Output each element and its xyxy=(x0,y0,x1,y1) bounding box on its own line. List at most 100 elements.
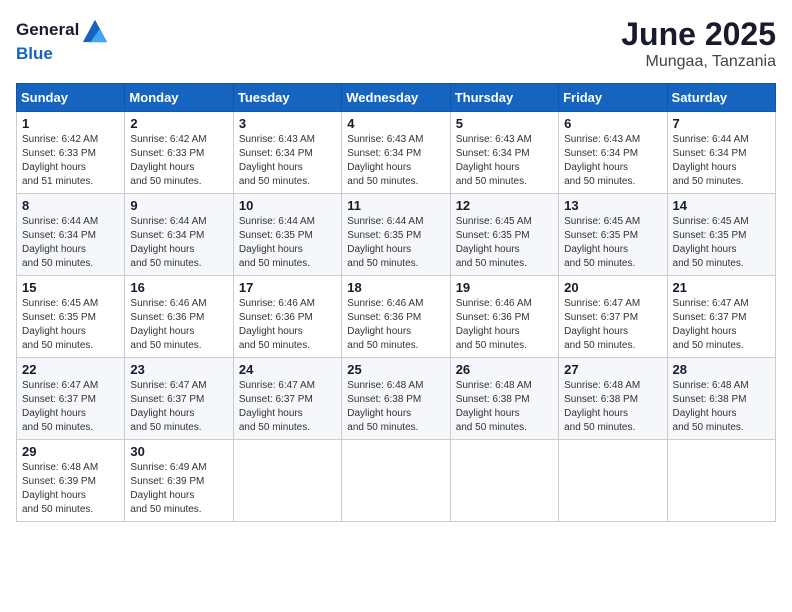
calendar-day-5: 5 Sunrise: 6:43 AMSunset: 6:34 PMDayligh… xyxy=(450,112,558,194)
cell-text: Sunrise: 6:45 AMSunset: 6:35 PMDaylight … xyxy=(564,216,640,269)
day-number: 6 xyxy=(564,116,661,131)
day-number: 19 xyxy=(456,280,553,295)
cell-text: Sunrise: 6:44 AMSunset: 6:34 PMDaylight … xyxy=(673,134,749,187)
day-number: 16 xyxy=(130,280,227,295)
cell-text: Sunrise: 6:46 AMSunset: 6:36 PMDaylight … xyxy=(130,298,206,351)
weekday-header-sunday: Sunday xyxy=(17,84,125,112)
cell-text: Sunrise: 6:43 AMSunset: 6:34 PMDaylight … xyxy=(239,134,315,187)
empty-cell xyxy=(342,440,450,522)
calendar-day-26: 26 Sunrise: 6:48 AMSunset: 6:38 PMDaylig… xyxy=(450,358,558,440)
calendar-day-13: 13 Sunrise: 6:45 AMSunset: 6:35 PMDaylig… xyxy=(559,194,667,276)
cell-text: Sunrise: 6:45 AMSunset: 6:35 PMDaylight … xyxy=(22,298,98,351)
calendar-day-20: 20 Sunrise: 6:47 AMSunset: 6:37 PMDaylig… xyxy=(559,276,667,358)
day-number: 9 xyxy=(130,198,227,213)
title-section: June 2025 Mungaa, Tanzania xyxy=(621,16,776,71)
calendar-day-8: 8 Sunrise: 6:44 AMSunset: 6:34 PMDayligh… xyxy=(17,194,125,276)
calendar-day-23: 23 Sunrise: 6:47 AMSunset: 6:37 PMDaylig… xyxy=(125,358,233,440)
day-number: 1 xyxy=(22,116,119,131)
calendar-day-16: 16 Sunrise: 6:46 AMSunset: 6:36 PMDaylig… xyxy=(125,276,233,358)
logo: General Blue xyxy=(16,16,109,64)
calendar-table: SundayMondayTuesdayWednesdayThursdayFrid… xyxy=(16,83,776,522)
cell-text: Sunrise: 6:46 AMSunset: 6:36 PMDaylight … xyxy=(239,298,315,351)
cell-text: Sunrise: 6:42 AMSunset: 6:33 PMDaylight … xyxy=(22,134,98,187)
cell-text: Sunrise: 6:47 AMSunset: 6:37 PMDaylight … xyxy=(673,298,749,351)
calendar-day-10: 10 Sunrise: 6:44 AMSunset: 6:35 PMDaylig… xyxy=(233,194,341,276)
cell-text: Sunrise: 6:44 AMSunset: 6:35 PMDaylight … xyxy=(347,216,423,269)
calendar-week-4: 22 Sunrise: 6:47 AMSunset: 6:37 PMDaylig… xyxy=(17,358,776,440)
logo-icon xyxy=(81,16,109,44)
calendar-day-12: 12 Sunrise: 6:45 AMSunset: 6:35 PMDaylig… xyxy=(450,194,558,276)
cell-text: Sunrise: 6:44 AMSunset: 6:34 PMDaylight … xyxy=(22,216,98,269)
day-number: 10 xyxy=(239,198,336,213)
cell-text: Sunrise: 6:43 AMSunset: 6:34 PMDaylight … xyxy=(564,134,640,187)
day-number: 22 xyxy=(22,362,119,377)
cell-text: Sunrise: 6:49 AMSunset: 6:39 PMDaylight … xyxy=(130,462,206,515)
calendar-body: 1 Sunrise: 6:42 AMSunset: 6:33 PMDayligh… xyxy=(17,112,776,522)
day-number: 5 xyxy=(456,116,553,131)
calendar-week-1: 1 Sunrise: 6:42 AMSunset: 6:33 PMDayligh… xyxy=(17,112,776,194)
day-number: 30 xyxy=(130,444,227,459)
calendar-day-17: 17 Sunrise: 6:46 AMSunset: 6:36 PMDaylig… xyxy=(233,276,341,358)
day-number: 7 xyxy=(673,116,770,131)
day-number: 26 xyxy=(456,362,553,377)
day-number: 20 xyxy=(564,280,661,295)
weekday-header-tuesday: Tuesday xyxy=(233,84,341,112)
calendar-day-18: 18 Sunrise: 6:46 AMSunset: 6:36 PMDaylig… xyxy=(342,276,450,358)
calendar-day-19: 19 Sunrise: 6:46 AMSunset: 6:36 PMDaylig… xyxy=(450,276,558,358)
day-number: 12 xyxy=(456,198,553,213)
cell-text: Sunrise: 6:46 AMSunset: 6:36 PMDaylight … xyxy=(347,298,423,351)
empty-cell xyxy=(667,440,775,522)
calendar-day-24: 24 Sunrise: 6:47 AMSunset: 6:37 PMDaylig… xyxy=(233,358,341,440)
calendar-day-2: 2 Sunrise: 6:42 AMSunset: 6:33 PMDayligh… xyxy=(125,112,233,194)
cell-text: Sunrise: 6:42 AMSunset: 6:33 PMDaylight … xyxy=(130,134,206,187)
calendar-day-1: 1 Sunrise: 6:42 AMSunset: 6:33 PMDayligh… xyxy=(17,112,125,194)
calendar-day-21: 21 Sunrise: 6:47 AMSunset: 6:37 PMDaylig… xyxy=(667,276,775,358)
calendar-day-11: 11 Sunrise: 6:44 AMSunset: 6:35 PMDaylig… xyxy=(342,194,450,276)
day-number: 3 xyxy=(239,116,336,131)
calendar-day-22: 22 Sunrise: 6:47 AMSunset: 6:37 PMDaylig… xyxy=(17,358,125,440)
weekday-header-wednesday: Wednesday xyxy=(342,84,450,112)
day-number: 2 xyxy=(130,116,227,131)
calendar-day-29: 29 Sunrise: 6:48 AMSunset: 6:39 PMDaylig… xyxy=(17,440,125,522)
calendar-day-9: 9 Sunrise: 6:44 AMSunset: 6:34 PMDayligh… xyxy=(125,194,233,276)
cell-text: Sunrise: 6:48 AMSunset: 6:38 PMDaylight … xyxy=(347,380,423,433)
calendar-day-15: 15 Sunrise: 6:45 AMSunset: 6:35 PMDaylig… xyxy=(17,276,125,358)
empty-cell xyxy=(450,440,558,522)
day-number: 17 xyxy=(239,280,336,295)
cell-text: Sunrise: 6:47 AMSunset: 6:37 PMDaylight … xyxy=(239,380,315,433)
calendar-day-7: 7 Sunrise: 6:44 AMSunset: 6:34 PMDayligh… xyxy=(667,112,775,194)
day-number: 28 xyxy=(673,362,770,377)
day-number: 11 xyxy=(347,198,444,213)
cell-text: Sunrise: 6:43 AMSunset: 6:34 PMDaylight … xyxy=(347,134,423,187)
empty-cell xyxy=(233,440,341,522)
cell-text: Sunrise: 6:44 AMSunset: 6:35 PMDaylight … xyxy=(239,216,315,269)
calendar-day-3: 3 Sunrise: 6:43 AMSunset: 6:34 PMDayligh… xyxy=(233,112,341,194)
calendar-day-25: 25 Sunrise: 6:48 AMSunset: 6:38 PMDaylig… xyxy=(342,358,450,440)
cell-text: Sunrise: 6:48 AMSunset: 6:38 PMDaylight … xyxy=(564,380,640,433)
day-number: 29 xyxy=(22,444,119,459)
day-number: 13 xyxy=(564,198,661,213)
cell-text: Sunrise: 6:45 AMSunset: 6:35 PMDaylight … xyxy=(673,216,749,269)
weekday-header-row: SundayMondayTuesdayWednesdayThursdayFrid… xyxy=(17,84,776,112)
calendar-day-6: 6 Sunrise: 6:43 AMSunset: 6:34 PMDayligh… xyxy=(559,112,667,194)
day-number: 25 xyxy=(347,362,444,377)
location-title: Mungaa, Tanzania xyxy=(621,53,776,71)
weekday-header-thursday: Thursday xyxy=(450,84,558,112)
cell-text: Sunrise: 6:48 AMSunset: 6:38 PMDaylight … xyxy=(456,380,532,433)
calendar-week-5: 29 Sunrise: 6:48 AMSunset: 6:39 PMDaylig… xyxy=(17,440,776,522)
day-number: 8 xyxy=(22,198,119,213)
day-number: 27 xyxy=(564,362,661,377)
day-number: 4 xyxy=(347,116,444,131)
logo-general: General xyxy=(16,20,79,40)
cell-text: Sunrise: 6:48 AMSunset: 6:38 PMDaylight … xyxy=(673,380,749,433)
cell-text: Sunrise: 6:45 AMSunset: 6:35 PMDaylight … xyxy=(456,216,532,269)
cell-text: Sunrise: 6:44 AMSunset: 6:34 PMDaylight … xyxy=(130,216,206,269)
weekday-header-saturday: Saturday xyxy=(667,84,775,112)
day-number: 21 xyxy=(673,280,770,295)
cell-text: Sunrise: 6:47 AMSunset: 6:37 PMDaylight … xyxy=(22,380,98,433)
page-header: General Blue June 2025 Mungaa, Tanzania xyxy=(16,16,776,71)
calendar-day-27: 27 Sunrise: 6:48 AMSunset: 6:38 PMDaylig… xyxy=(559,358,667,440)
cell-text: Sunrise: 6:47 AMSunset: 6:37 PMDaylight … xyxy=(130,380,206,433)
cell-text: Sunrise: 6:47 AMSunset: 6:37 PMDaylight … xyxy=(564,298,640,351)
day-number: 15 xyxy=(22,280,119,295)
